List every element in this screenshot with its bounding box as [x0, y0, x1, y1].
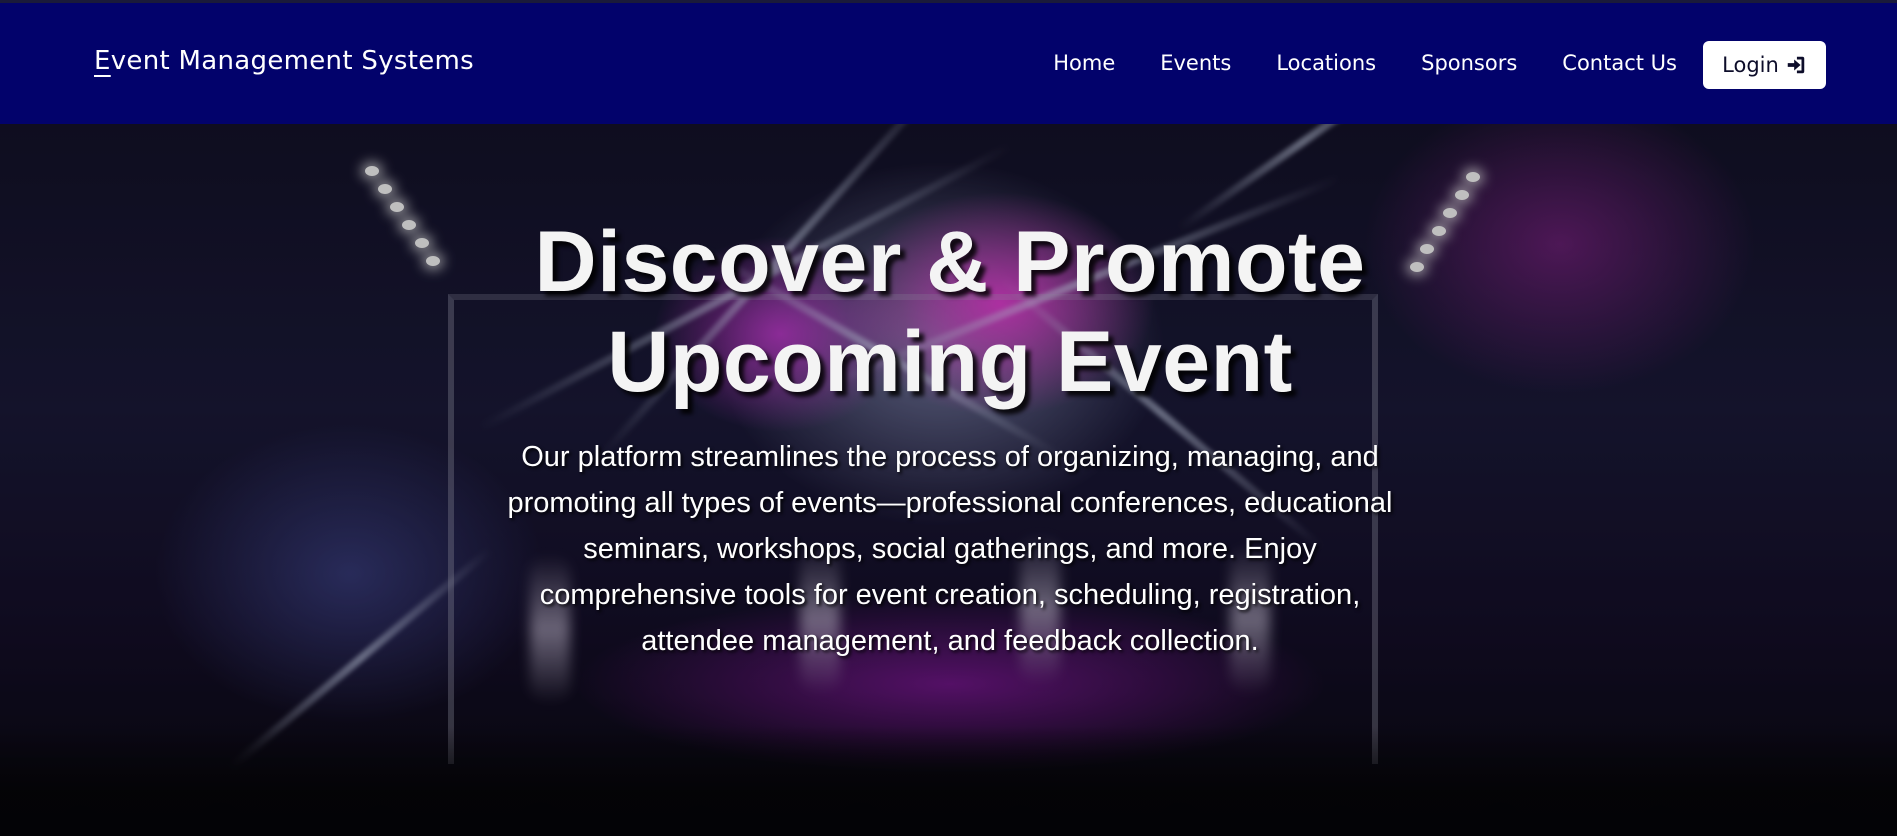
- navbar: Event Management Systems Home Events Loc…: [0, 0, 1897, 124]
- hero-content: Discover & Promote Upcoming Event Our pl…: [490, 212, 1410, 664]
- nav-link-sponsors[interactable]: Sponsors: [1421, 51, 1517, 75]
- hero-description: Our platform streamlines the process of …: [507, 441, 1393, 657]
- login-button-label: Login: [1722, 53, 1779, 77]
- hero-title-line2: Upcoming Event: [607, 314, 1293, 410]
- login-button[interactable]: Login: [1703, 41, 1826, 89]
- brand-logo-link[interactable]: Event Management Systems: [94, 46, 474, 76]
- nav-link-events[interactable]: Events: [1160, 51, 1231, 75]
- hero-section: Discover & Promote Upcoming Event Our pl…: [0, 124, 1897, 836]
- brand-first-letter: E: [94, 46, 111, 76]
- nav-links: Home Events Locations Sponsors Contact U…: [1053, 51, 1677, 75]
- page: Event Management Systems Home Events Loc…: [0, 0, 1897, 836]
- nav-link-locations[interactable]: Locations: [1276, 51, 1376, 75]
- nav-link-contact-us[interactable]: Contact Us: [1562, 51, 1677, 75]
- hero-title: Discover & Promote Upcoming Event: [490, 212, 1410, 412]
- nav-link-home[interactable]: Home: [1053, 51, 1115, 75]
- brand-rest: vent Management Systems: [110, 46, 474, 76]
- hero-title-line1: Discover & Promote: [534, 214, 1366, 310]
- sign-in-icon: [1787, 56, 1805, 74]
